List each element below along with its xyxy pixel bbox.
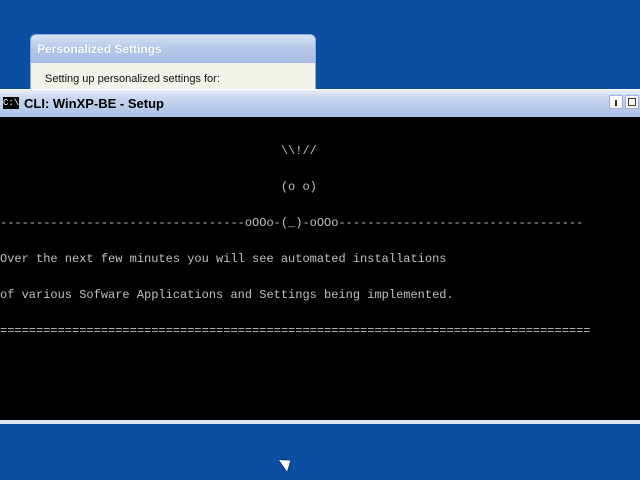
setup-console-window: C:\ CLI: WinXP-BE - Setup \\!// (o o) --… <box>0 89 640 424</box>
console-line: Over the next few minutes you will see a… <box>0 252 447 266</box>
console-line: ----------------------------------oOOo-(… <box>0 216 584 230</box>
console-line: (o o) <box>0 180 317 194</box>
dialog-title: Personalized Settings <box>31 35 315 63</box>
minimize-icon[interactable] <box>609 95 623 109</box>
console-line: \\!// <box>0 144 317 158</box>
console-icon: C:\ <box>3 97 20 109</box>
console-title: CLI: WinXP-BE - Setup <box>24 96 164 111</box>
console-line: ========================================… <box>0 324 591 338</box>
console-titlebar[interactable]: C:\ CLI: WinXP-BE - Setup <box>0 90 640 117</box>
console-line: of various Sofware Applications and Sett… <box>0 288 454 302</box>
maximize-icon[interactable] <box>625 95 639 109</box>
console-output: \\!// (o o) ----------------------------… <box>0 118 640 420</box>
console-bottom-border <box>0 420 640 424</box>
